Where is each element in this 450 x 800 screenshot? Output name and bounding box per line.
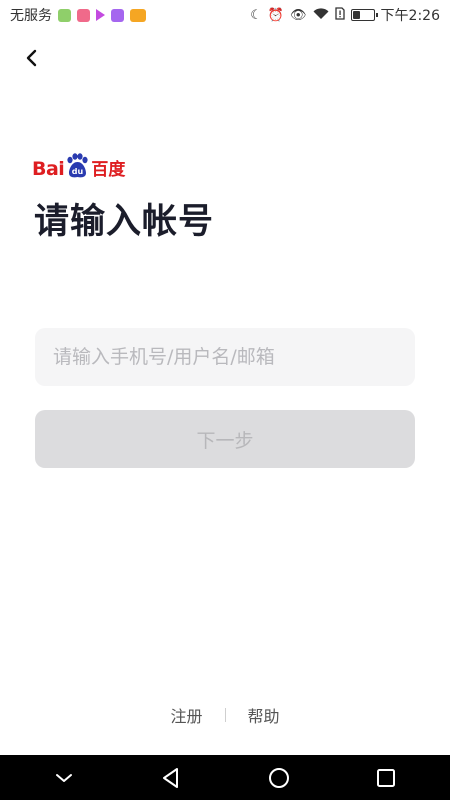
eye-icon: 👁	[290, 7, 307, 23]
register-link[interactable]: 注册	[148, 703, 224, 727]
baidu-logo: Bai du 百度	[32, 153, 125, 180]
status-bar: 无服务 ☾ ⏰ 👁 下午2:26	[0, 0, 450, 30]
next-button[interactable]: 下一步	[35, 410, 415, 468]
wifi-icon	[313, 7, 329, 23]
status-bar-right: ☾ ⏰ 👁 下午2:26	[250, 5, 440, 25]
battery-level	[352, 11, 360, 19]
system-back-button[interactable]	[151, 758, 191, 798]
notification-app-icon	[58, 8, 71, 22]
logo-text-du: 百度	[91, 160, 126, 180]
back-triangle-icon	[163, 767, 179, 788]
paw-icon: du	[67, 153, 88, 178]
alarm-icon: ⏰	[267, 7, 285, 23]
notification-app-icon	[111, 8, 124, 22]
system-recents-button[interactable]	[366, 758, 406, 798]
back-button[interactable]	[18, 44, 46, 72]
chevron-down-icon	[55, 773, 72, 782]
page-title: 请输入帐号	[34, 202, 215, 242]
notification-play-icon	[96, 9, 105, 21]
moon-icon: ☾	[250, 7, 262, 23]
system-nav-bar	[0, 755, 450, 800]
footer-links: 注册 帮助	[0, 703, 450, 727]
svg-text:du: du	[72, 167, 84, 176]
status-bar-left: 无服务	[10, 5, 146, 25]
carrier-label: 无服务	[10, 8, 52, 24]
notification-app-icon	[77, 8, 90, 22]
recents-square-icon	[377, 768, 396, 787]
battery-icon	[350, 9, 378, 21]
hide-nav-button[interactable]	[44, 758, 84, 798]
chevron-left-icon	[26, 49, 37, 67]
help-link[interactable]: 帮助	[226, 703, 302, 727]
clock-time: 下午2:26	[380, 8, 440, 24]
system-home-button[interactable]	[259, 758, 299, 798]
home-circle-icon	[268, 767, 289, 788]
notification-app-icon	[130, 8, 146, 22]
account-input[interactable]	[35, 328, 415, 386]
logo-text-bai: Bai	[32, 158, 65, 180]
sim-alert-icon	[334, 7, 345, 23]
